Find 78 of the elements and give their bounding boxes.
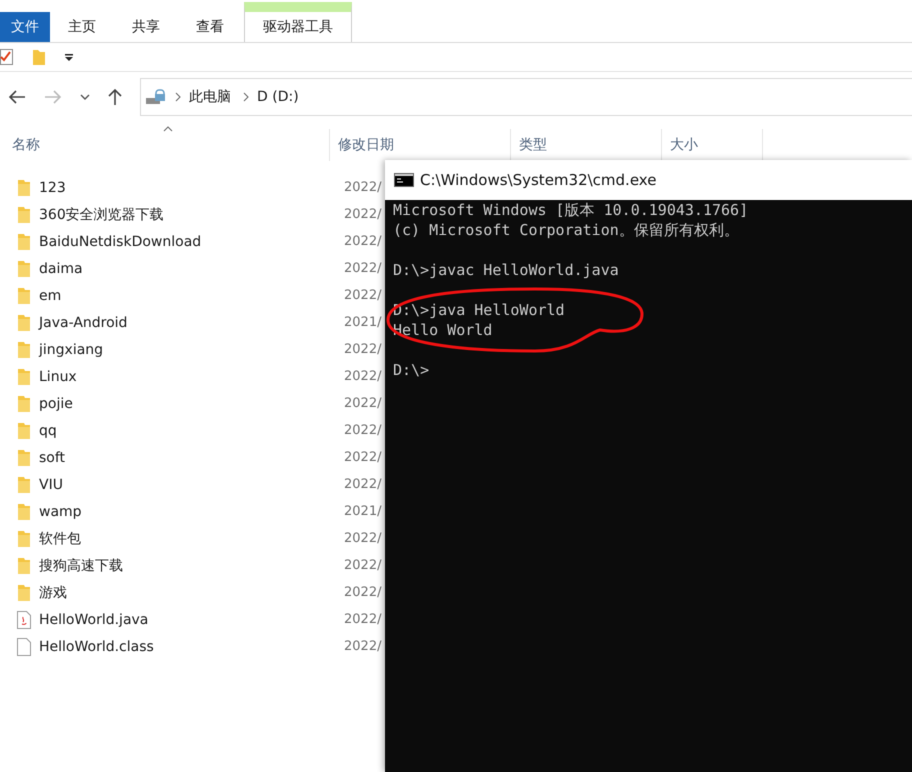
file-name[interactable]: 游戏 xyxy=(39,584,344,602)
folder-icon xyxy=(17,530,31,548)
modified-date: 2022/ xyxy=(344,531,382,546)
file-name[interactable]: 360安全浏览器下载 xyxy=(39,206,344,224)
console-line: D:\>java HelloWorld xyxy=(393,300,566,320)
file-name[interactable]: HelloWorld.class xyxy=(39,638,344,654)
file-name[interactable]: 软件包 xyxy=(39,530,344,548)
ribbon-tab[interactable]: 主页 xyxy=(50,12,114,42)
ribbon-tab[interactable]: 查看 xyxy=(178,12,242,42)
chevron-right-icon xyxy=(175,92,181,102)
window-title: C:\Windows\System32\cmd.exe xyxy=(420,171,656,189)
file-icon xyxy=(17,638,31,656)
chevron-down-icon[interactable] xyxy=(80,93,90,101)
java-file-icon xyxy=(17,610,31,628)
folder-icon xyxy=(17,178,31,196)
folder-icon xyxy=(17,476,31,494)
file-name[interactable]: Linux xyxy=(39,368,344,384)
folder-icon xyxy=(17,206,31,224)
folder-icon xyxy=(17,232,31,250)
back-icon[interactable] xyxy=(8,89,26,105)
folder-icon xyxy=(17,394,31,412)
properties-icon[interactable] xyxy=(0,47,14,67)
file-name[interactable]: 搜狗高速下载 xyxy=(39,556,344,574)
file-tab[interactable]: 文件 xyxy=(0,12,50,42)
modified-date: 2022/ xyxy=(344,612,382,627)
modified-date: 2022/ xyxy=(344,288,382,303)
modified-date: 2022/ xyxy=(344,450,382,465)
file-name[interactable]: em xyxy=(39,288,344,304)
folder-icon xyxy=(17,340,31,358)
console-line: D:\>javac HelloWorld.java xyxy=(393,260,620,280)
file-name[interactable]: 123 xyxy=(39,180,344,196)
folder-icon xyxy=(17,502,31,520)
file-name[interactable]: qq xyxy=(39,422,344,438)
modified-date: 2022/ xyxy=(344,207,382,222)
modified-date: 2022/ xyxy=(344,261,382,276)
file-name[interactable]: HelloWorld.java xyxy=(39,612,344,628)
modified-date: 2022/ xyxy=(344,396,382,411)
modified-date: 2022/ xyxy=(344,639,382,654)
folder-icon xyxy=(17,286,31,304)
file-name[interactable]: daima xyxy=(39,260,344,276)
folder-icon xyxy=(17,584,31,602)
console-line: (c) Microsoft Corporation。保留所有权利。 xyxy=(393,220,740,240)
console-line: D:\> xyxy=(393,360,430,380)
modified-date: 2022/ xyxy=(344,423,382,438)
column-header[interactable]: 名称 xyxy=(0,129,330,161)
file-name[interactable]: Java-Android xyxy=(39,314,344,330)
folder-icon xyxy=(17,368,31,386)
modified-date: 2022/ xyxy=(344,234,382,249)
folder-icon xyxy=(17,260,31,278)
sort-caret-icon xyxy=(163,126,173,132)
modified-date: 2022/ xyxy=(344,369,382,384)
file-name[interactable]: VIU xyxy=(39,476,344,492)
modified-date: 2022/ xyxy=(344,342,382,357)
folder-icon xyxy=(17,556,31,574)
breadcrumb-item[interactable]: 此电脑 xyxy=(189,88,231,106)
file-name[interactable]: wamp xyxy=(39,504,344,520)
chevron-right-icon xyxy=(243,92,249,102)
folder-icon xyxy=(17,314,31,332)
file-name[interactable]: BaiduNetdiskDownload xyxy=(39,234,344,250)
modified-date: 2022/ xyxy=(344,585,382,600)
ribbon-tab[interactable]: 共享 xyxy=(114,12,178,42)
up-arrow-icon[interactable] xyxy=(108,88,122,106)
console-icon xyxy=(394,173,414,187)
modified-date: 2022/ xyxy=(344,477,382,492)
modified-date: 2022/ xyxy=(344,558,382,573)
modified-date: 2021/ xyxy=(344,504,382,519)
file-name[interactable]: jingxiang xyxy=(39,342,344,358)
dropdown-icon[interactable] xyxy=(64,53,74,61)
folder-icon xyxy=(17,448,31,466)
drive-icon xyxy=(145,87,167,107)
address-bar[interactable]: 此电脑 D (D:) xyxy=(140,78,912,116)
console-line: Microsoft Windows [版本 10.0.19043.1766] xyxy=(393,200,750,220)
file-name[interactable]: pojie xyxy=(39,396,344,412)
file-name[interactable]: soft xyxy=(39,450,344,466)
modified-date: 2022/ xyxy=(344,180,382,195)
breadcrumb-item[interactable]: D (D:) xyxy=(257,89,299,105)
modified-date: 2021/ xyxy=(344,315,382,330)
folder-icon xyxy=(17,422,31,440)
